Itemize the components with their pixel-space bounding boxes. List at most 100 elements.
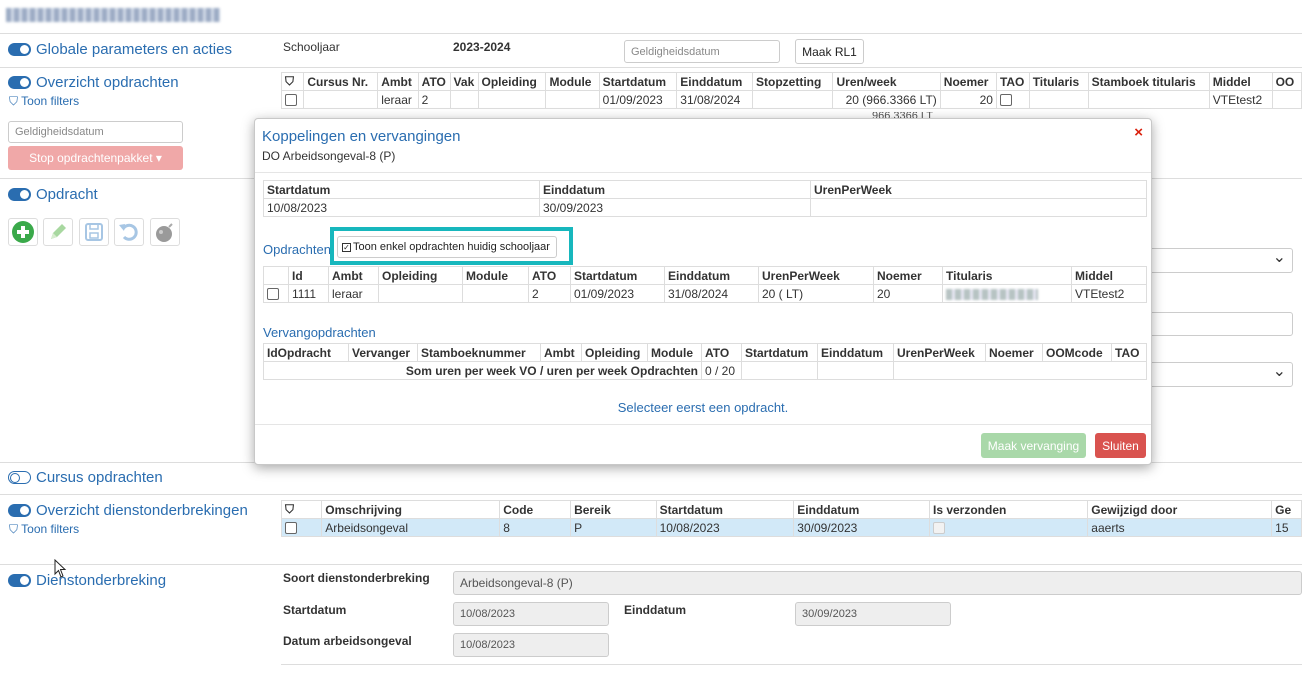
modal-opdrachten-table: Id Ambt Opleiding Module ATO Startdatum … bbox=[263, 266, 1147, 303]
tao-cell[interactable] bbox=[995, 90, 1030, 109]
section-toggle-globale[interactable] bbox=[8, 43, 31, 56]
col-header: OOMcode bbox=[1042, 343, 1112, 362]
opdracht-select-1[interactable] bbox=[1140, 248, 1293, 273]
section-title-overzicht-opdrachten[interactable]: Overzicht opdrachten bbox=[36, 74, 179, 91]
col-header[interactable]: Vak bbox=[449, 72, 479, 91]
col-header[interactable]: Omschrijving bbox=[321, 500, 501, 519]
cell: 10/08/2023 bbox=[263, 198, 540, 217]
datum-arbeidsongeval-field[interactable]: 10/08/2023 bbox=[453, 633, 609, 657]
geldigheidsdatum-input[interactable]: Geldigheidsdatum bbox=[624, 40, 780, 63]
filter-icon: ⛉ bbox=[9, 94, 19, 108]
soort-field[interactable]: Arbeidsongeval-8 (P) bbox=[453, 571, 1302, 595]
col-header[interactable]: Startdatum bbox=[655, 500, 795, 519]
sum-label: Som uren per week VO / uren per week Opd… bbox=[263, 361, 702, 380]
tao-checkbox[interactable] bbox=[999, 94, 1012, 107]
col-header: Noemer bbox=[985, 343, 1043, 362]
row-checkbox-cell[interactable] bbox=[281, 518, 323, 537]
opdrachten-label: Opdrachten bbox=[263, 242, 331, 257]
toon-filters-link[interactable]: ⛉ Toon filters bbox=[9, 94, 79, 109]
col-header[interactable]: Stopzetting bbox=[752, 72, 834, 91]
table-row[interactable]: 1111 leraar 2 01/09/2023 31/08/2024 20 (… bbox=[263, 284, 1147, 303]
row-checkbox-cell[interactable] bbox=[281, 90, 305, 109]
col-header: TAO bbox=[1111, 343, 1147, 362]
col-header: Id bbox=[288, 266, 329, 285]
col-header[interactable]: Einddatum bbox=[793, 500, 930, 519]
col-header: Noemer bbox=[873, 266, 943, 285]
opdracht-select-2[interactable] bbox=[1140, 362, 1293, 387]
section-toggle-dienst[interactable] bbox=[8, 504, 31, 517]
info-message: Selecteer eerst een opdracht. bbox=[617, 400, 789, 415]
col-header[interactable]: Noemer bbox=[939, 72, 997, 91]
col-header[interactable]: Einddatum bbox=[676, 72, 754, 91]
col-header: Titularis bbox=[942, 266, 1072, 285]
col-header: Stamboeknummer bbox=[417, 343, 541, 362]
section-title-globale[interactable]: Globale parameters en acties bbox=[36, 41, 232, 58]
col-header[interactable]: Ge bbox=[1271, 500, 1302, 519]
blurred-name bbox=[946, 288, 1038, 300]
huidig-schooljaar-toggle-button[interactable]: ✓ Toon enkel opdrachten huidig schooljaar bbox=[337, 236, 557, 258]
cell: 01/09/2023 bbox=[570, 284, 665, 303]
undo-icon bbox=[119, 223, 138, 241]
vervangopdrachten-label: Vervangopdrachten bbox=[263, 325, 376, 340]
col-header[interactable]: Bereik bbox=[570, 500, 657, 519]
divider bbox=[0, 33, 1302, 34]
modal-divider bbox=[255, 172, 1151, 173]
col-header[interactable]: Uren/week bbox=[832, 72, 941, 91]
section-toggle-overzicht[interactable] bbox=[8, 76, 31, 89]
col-header[interactable]: Ambt bbox=[377, 72, 419, 91]
filter-icon[interactable]: ⛉ bbox=[281, 72, 305, 91]
edit-button[interactable] bbox=[43, 218, 73, 246]
left-geldigheidsdatum-input[interactable]: Geldigheidsdatum bbox=[8, 121, 183, 143]
table-row[interactable]: leraar 2 01/09/2023 31/08/2024 20 (966.3… bbox=[281, 90, 1302, 109]
add-button[interactable] bbox=[8, 218, 38, 246]
row-checkbox[interactable] bbox=[285, 94, 297, 107]
section-toggle-dienstonderbreking[interactable] bbox=[8, 574, 31, 587]
section-title-cursus-opdrachten[interactable]: Cursus opdrachten bbox=[36, 469, 163, 486]
save-button[interactable] bbox=[79, 218, 109, 246]
col-header[interactable]: ATO bbox=[417, 72, 451, 91]
cell bbox=[810, 198, 1147, 217]
table-row[interactable]: Arbeidsongeval 8 P 10/08/2023 30/09/2023… bbox=[281, 518, 1302, 537]
sluiten-button[interactable]: Sluiten bbox=[1095, 433, 1146, 458]
undo-button[interactable] bbox=[114, 218, 144, 246]
section-toggle-cursus[interactable] bbox=[8, 471, 31, 484]
row-checkbox[interactable] bbox=[285, 522, 297, 535]
cell bbox=[462, 284, 529, 303]
dienst-table-wrap: ⛉ Omschrijving Code Bereik Startdatum Ei… bbox=[281, 500, 1302, 537]
row-checkbox[interactable] bbox=[267, 288, 279, 301]
section-toggle-opdracht[interactable] bbox=[8, 188, 31, 201]
modal-divider bbox=[255, 424, 1151, 425]
col-header[interactable]: TAO bbox=[995, 72, 1030, 91]
cell: 2 bbox=[528, 284, 571, 303]
toon-filters-link[interactable]: ⛉ Toon filters bbox=[9, 522, 79, 537]
cell: 20 ( LT) bbox=[758, 284, 874, 303]
row-checkbox-cell[interactable] bbox=[263, 284, 289, 303]
col-header[interactable]: Is verzonden bbox=[928, 500, 1089, 519]
col-header[interactable]: Gewijzigd door bbox=[1087, 500, 1273, 519]
col-header[interactable]: Startdatum bbox=[598, 72, 678, 91]
titularis-cell bbox=[942, 284, 1072, 303]
opdracht-input[interactable] bbox=[1140, 312, 1293, 336]
stop-opdrachtenpakket-button[interactable]: Stop opdrachtenpakket ▾ bbox=[8, 146, 183, 170]
col-header[interactable]: Cursus Nr. bbox=[303, 72, 379, 91]
col-header[interactable]: OO bbox=[1271, 72, 1302, 91]
maak-vervanging-button[interactable]: Maak vervanging bbox=[981, 433, 1086, 458]
section-title-opdracht[interactable]: Opdracht bbox=[36, 186, 98, 203]
maak-rl1-button[interactable]: Maak RL1 bbox=[795, 39, 864, 64]
col-header: Ambt bbox=[540, 343, 582, 362]
col-header[interactable]: Opleiding bbox=[477, 72, 547, 91]
col-header[interactable]: Middel bbox=[1208, 72, 1273, 91]
col-header[interactable]: Titularis bbox=[1028, 72, 1089, 91]
col-header[interactable]: Code bbox=[499, 500, 572, 519]
einddatum-field[interactable]: 30/09/2023 bbox=[795, 602, 951, 626]
divider bbox=[0, 494, 1302, 495]
section-title-overzicht-dienst[interactable]: Overzicht dienstonderbrekingen bbox=[36, 502, 248, 519]
bomb-button[interactable] bbox=[150, 218, 180, 246]
col-header[interactable]: Stamboek titularis bbox=[1087, 72, 1210, 91]
col-header[interactable]: Module bbox=[545, 72, 600, 91]
sum-value: 0 / 20 bbox=[701, 361, 742, 380]
close-icon[interactable]: × bbox=[1134, 124, 1143, 141]
filter-icon[interactable]: ⛉ bbox=[281, 500, 323, 519]
cell: VTEtest2 bbox=[1208, 90, 1273, 109]
startdatum-field[interactable]: 10/08/2023 bbox=[453, 602, 609, 626]
